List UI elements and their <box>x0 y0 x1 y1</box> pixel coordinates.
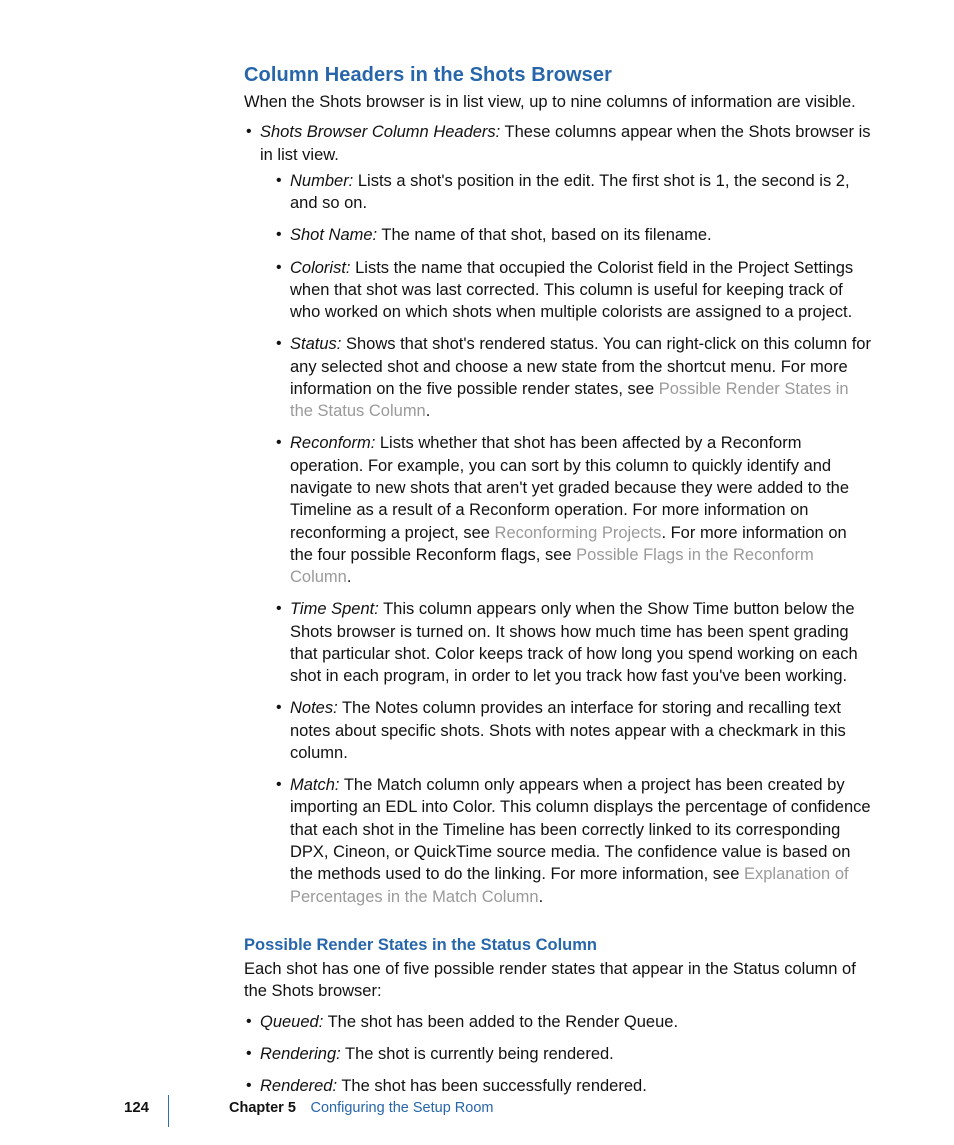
term: Match: <box>290 776 340 794</box>
term: Rendered: <box>260 1077 337 1095</box>
list-item-time-spent: Time Spent: This column appears only whe… <box>290 598 874 687</box>
top-list: Shots Browser Column Headers: These colu… <box>244 121 874 908</box>
term: Rendering: <box>260 1045 341 1063</box>
list-item-colorist: Colorist: Lists the name that occupied t… <box>290 257 874 324</box>
subsection-heading: Possible Render States in the Status Col… <box>244 934 874 956</box>
page-number: 124 <box>124 1098 149 1118</box>
desc: . <box>347 568 352 586</box>
list-item-rendering: Rendering: The shot is currently being r… <box>260 1043 874 1065</box>
desc: The shot is currently being rendered. <box>341 1045 614 1063</box>
list-item-rendered: Rendered: The shot has been successfully… <box>260 1075 874 1097</box>
render-states-list: Queued: The shot has been added to the R… <box>244 1011 874 1098</box>
term: Status: <box>290 335 341 353</box>
link-reconforming-projects[interactable]: Reconforming Projects <box>495 524 662 542</box>
desc: The shot has been added to the Render Qu… <box>323 1013 678 1031</box>
list-item-reconform: Reconform: Lists whether that shot has b… <box>290 432 874 588</box>
term: Shot Name: <box>290 226 377 244</box>
term: Number: <box>290 172 353 190</box>
columns-list: Number: Lists a shot's position in the e… <box>260 170 874 908</box>
term: Notes: <box>290 699 338 717</box>
desc: The Notes column provides an interface f… <box>290 699 846 762</box>
section-heading: Column Headers in the Shots Browser <box>244 62 874 89</box>
list-item-queued: Queued: The shot has been added to the R… <box>260 1011 874 1033</box>
desc: . <box>539 888 544 906</box>
chapter-title: Configuring the Setup Room <box>311 1100 494 1116</box>
desc: Lists a shot's position in the edit. The… <box>290 172 850 212</box>
term: Colorist: <box>290 259 351 277</box>
desc: The name of that shot, based on its file… <box>377 226 711 244</box>
desc: The shot has been successfully rendered. <box>337 1077 647 1095</box>
list-item-number: Number: Lists a shot's position in the e… <box>290 170 874 215</box>
subsection-intro: Each shot has one of five possible rende… <box>244 958 874 1003</box>
page-footer: 124 Chapter 5 Configuring the Setup Room <box>0 1096 954 1119</box>
desc: Lists the name that occupied the Coloris… <box>290 259 853 322</box>
term: Shots Browser Column Headers: <box>260 123 500 141</box>
list-item-match: Match: The Match column only appears whe… <box>290 774 874 908</box>
term: Time Spent: <box>290 600 379 618</box>
chapter-label: Chapter 5 <box>229 1100 296 1116</box>
list-item-shot-name: Shot Name: The name of that shot, based … <box>290 224 874 246</box>
list-item-shots-browser-column-headers: Shots Browser Column Headers: These colu… <box>260 121 874 908</box>
page: Column Headers in the Shots Browser When… <box>0 0 954 1145</box>
section-intro: When the Shots browser is in list view, … <box>244 91 874 113</box>
desc: . <box>426 402 431 420</box>
list-item-notes: Notes: The Notes column provides an inte… <box>290 697 874 764</box>
list-item-status: Status: Shows that shot's rendered statu… <box>290 333 874 422</box>
term: Reconform: <box>290 434 375 452</box>
term: Queued: <box>260 1013 323 1031</box>
